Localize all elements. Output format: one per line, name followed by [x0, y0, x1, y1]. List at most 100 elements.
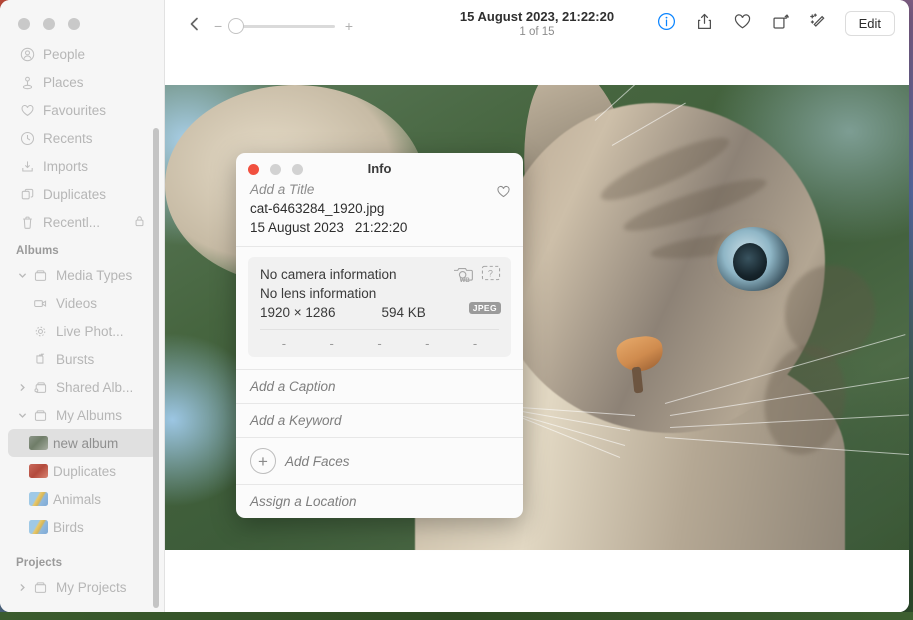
sidebar-item-imports[interactable]: Imports — [8, 152, 157, 180]
file-format-badge: JPEG — [468, 302, 501, 314]
sidebar-item-label: Media Types — [56, 267, 133, 283]
heart-icon — [496, 185, 511, 202]
svg-text:?: ? — [488, 269, 493, 279]
sidebar-section-projects: Projects — [16, 557, 63, 569]
sidebar-item-label: My Albums — [56, 407, 123, 423]
auto-enhance-button[interactable] — [807, 12, 831, 36]
sidebar-item-bursts[interactable]: Bursts — [8, 345, 157, 373]
zoom-out-label[interactable]: − — [214, 18, 222, 34]
share-icon — [695, 12, 714, 36]
svg-text:WB: WB — [460, 278, 471, 283]
sidebar-item-favourites[interactable]: Favourites — [8, 96, 157, 124]
info-traffic-lights — [248, 164, 303, 175]
album-thumbnail — [29, 436, 48, 450]
edit-button-label: Edit — [858, 16, 881, 31]
camera-wb-icon[interactable]: WB — [452, 264, 474, 286]
sidebar-item-shared-albums[interactable]: Shared Alb... — [8, 373, 157, 401]
sidebar-item-my-albums[interactable]: My Albums — [8, 401, 157, 429]
caption-input[interactable]: Add a Caption — [236, 369, 523, 403]
info-close-button[interactable] — [248, 164, 259, 175]
add-faces-row[interactable]: + Add Faces — [236, 437, 523, 484]
info-button[interactable] — [655, 12, 679, 36]
sidebar-item-duplicates-album[interactable]: Duplicates — [8, 457, 157, 485]
info-maximize-button[interactable] — [292, 164, 303, 175]
sidebar-item-recents[interactable]: Recents — [8, 124, 157, 152]
album-thumbnail — [29, 492, 48, 506]
sidebar-item-label: Bursts — [56, 351, 95, 367]
map-pin-icon — [16, 75, 38, 90]
photo-viewer[interactable]: Info Add a Title cat-6463284_1920.jpg 15… — [165, 55, 909, 612]
zoom-slider-track[interactable] — [232, 25, 335, 28]
exif-value: - — [377, 336, 382, 351]
exif-value: - — [329, 336, 334, 351]
sidebar-item-label: Duplicates — [53, 463, 117, 479]
plus-circle-icon[interactable]: + — [250, 448, 276, 474]
sidebar-item-label: Imports — [43, 158, 89, 174]
album-box-icon — [29, 268, 51, 283]
sidebar-item-label: Places — [43, 74, 84, 90]
rotate-button[interactable] — [769, 12, 793, 36]
photo-time: 21:22:20 — [354, 220, 408, 235]
sidebar-item-media-types[interactable]: Media Types — [8, 261, 157, 289]
edit-button[interactable]: Edit — [844, 11, 895, 36]
sidebar-item-birds[interactable]: Birds — [8, 513, 157, 541]
chevron-right-icon[interactable] — [16, 583, 29, 592]
desktop-bottom-strip — [0, 612, 913, 620]
live-photo-icon — [29, 324, 51, 339]
zoom-in-label[interactable]: + — [345, 18, 353, 34]
close-button[interactable] — [18, 18, 30, 30]
question-box-icon[interactable]: ? — [481, 264, 501, 285]
title-input[interactable]: Add a Title — [250, 181, 509, 199]
exif-value: - — [425, 336, 430, 351]
heart-icon — [16, 103, 38, 118]
trash-icon — [16, 215, 38, 230]
sidebar-item-new-album[interactable]: new album — [8, 429, 157, 457]
dimensions-row: 1920 × 1286 594 KB — [260, 303, 499, 329]
sidebar-item-live-photos[interactable]: Live Phot... — [8, 317, 157, 345]
exif-value: - — [281, 336, 287, 351]
minimize-button[interactable] — [43, 18, 55, 30]
chevron-down-icon[interactable] — [16, 411, 29, 420]
sidebar-scrollbar[interactable] — [153, 128, 159, 608]
rotate-icon — [771, 12, 790, 36]
favourite-button[interactable] — [731, 12, 755, 36]
sidebar-item-videos[interactable]: Videos — [8, 289, 157, 317]
sidebar-item-duplicates[interactable]: Duplicates — [8, 180, 157, 208]
video-camera-icon — [29, 296, 51, 311]
info-panel[interactable]: Info Add a Title cat-6463284_1920.jpg 15… — [236, 153, 523, 518]
photo-date: 15 August 2023 — [250, 220, 344, 235]
info-favourite-button[interactable] — [496, 184, 511, 202]
dimensions-label: 1920 × 1286 — [260, 305, 336, 320]
chevron-left-icon — [187, 16, 203, 37]
sidebar-item-places[interactable]: Places — [8, 68, 157, 96]
exif-section: WB ? JPEG No camera information No lens … — [236, 246, 523, 369]
share-button[interactable] — [693, 12, 717, 36]
sidebar-item-label: Recents — [43, 130, 93, 146]
exif-value: - — [472, 336, 478, 351]
chevron-down-icon[interactable] — [16, 271, 29, 280]
shared-album-icon — [29, 380, 51, 395]
photos-window: People Places Favourites Recents Imports… — [0, 0, 909, 612]
lens-info-label: No lens information — [260, 286, 377, 301]
filesize-label: 594 KB — [381, 305, 426, 320]
info-minimize-button[interactable] — [270, 164, 281, 175]
location-input[interactable]: Assign a Location — [236, 484, 523, 518]
zoom-slider-knob[interactable] — [228, 18, 244, 34]
album-box-icon — [29, 408, 51, 423]
auto-enhance-icon — [809, 12, 828, 36]
sidebar-item-recently-deleted[interactable]: Recentl... — [8, 208, 157, 236]
maximize-button[interactable] — [68, 18, 80, 30]
keyword-input[interactable]: Add a Keyword — [236, 403, 523, 437]
bursts-icon — [29, 352, 51, 367]
sidebar-item-my-projects[interactable]: My Projects — [8, 573, 157, 601]
clock-icon — [16, 131, 38, 146]
chevron-right-icon[interactable] — [16, 383, 29, 392]
zoom-slider[interactable]: − + — [210, 17, 355, 35]
sidebar-item-people[interactable]: People — [8, 40, 157, 68]
toolbar: − + 15 August 2023, 21:22:20 1 of 15 Edi… — [165, 0, 909, 55]
sidebar-item-animals[interactable]: Animals — [8, 485, 157, 513]
back-button[interactable] — [181, 12, 209, 40]
duplicate-squares-icon — [16, 187, 38, 202]
sidebar-item-label: Live Phot... — [56, 323, 124, 339]
person-circle-icon — [16, 47, 38, 62]
